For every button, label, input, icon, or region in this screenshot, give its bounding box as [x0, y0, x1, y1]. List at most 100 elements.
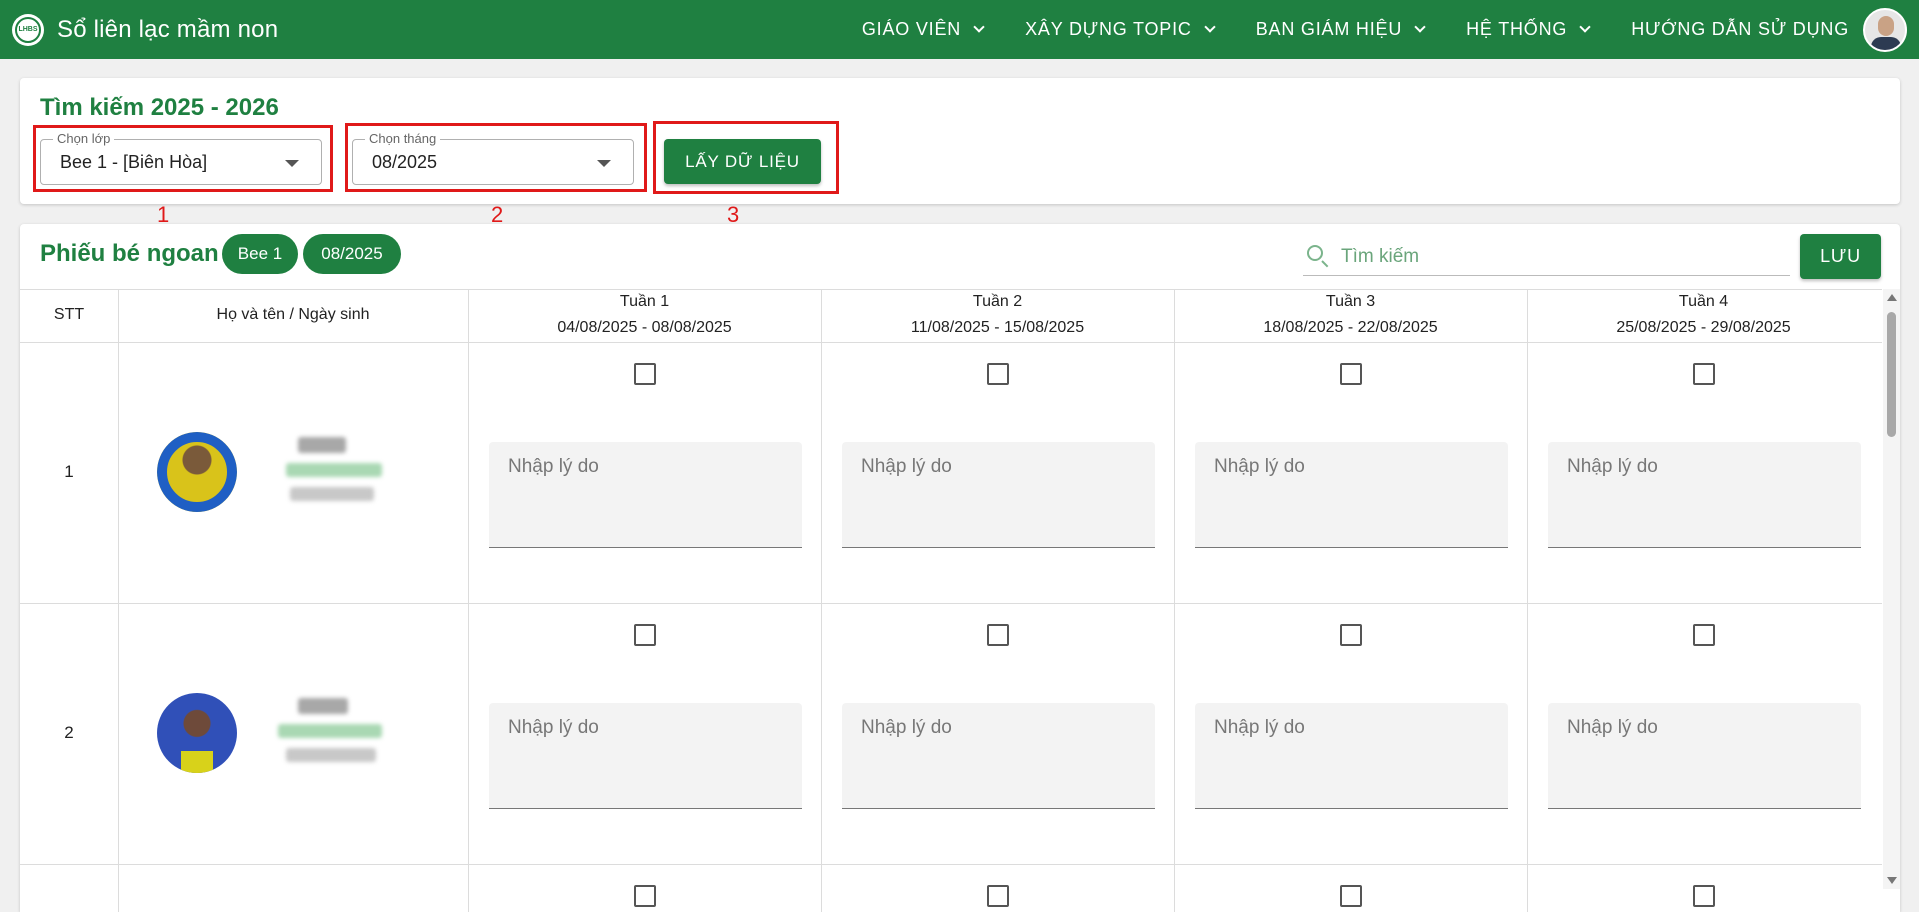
header-week-3: Tuần 3 18/08/2025 - 22/08/2025 — [1174, 289, 1527, 341]
week-name: Tuần 3 — [1325, 293, 1376, 310]
row-number: 2 — [64, 723, 74, 742]
highlight-box-3 — [653, 121, 839, 194]
reason-placeholder: Nhập lý do — [1214, 456, 1305, 477]
sheet-search[interactable]: Tìm kiếm — [1303, 236, 1790, 276]
reason-textarea[interactable]: Nhập lý do — [842, 703, 1155, 809]
reason-placeholder: Nhập lý do — [508, 717, 599, 738]
student-detail-hidden — [278, 724, 382, 738]
week-4-checkbox[interactable] — [1693, 624, 1715, 646]
nav-he-thong[interactable]: HỆ THỐNG — [1466, 19, 1591, 40]
nav-label: HƯỚNG DẪN SỬ DỤNG — [1631, 19, 1849, 39]
photo-shirt — [181, 751, 213, 773]
header-week-2: Tuần 2 11/08/2025 - 15/08/2025 — [821, 289, 1174, 341]
table-scrollbar[interactable] — [1883, 289, 1900, 889]
column-divider — [821, 289, 822, 912]
reason-textarea[interactable]: Nhập lý do — [1195, 442, 1508, 548]
header-week-1: Tuần 1 04/08/2025 - 08/08/2025 — [468, 289, 821, 341]
student-photo — [157, 693, 237, 773]
week-3-checkbox[interactable] — [1340, 363, 1362, 385]
search-icon — [1307, 245, 1323, 261]
row-divider — [20, 864, 1882, 865]
week-1-checkbox[interactable] — [634, 885, 656, 907]
chevron-down-icon — [1204, 21, 1216, 33]
reason-placeholder: Nhập lý do — [1214, 717, 1305, 738]
student-dob-hidden — [286, 748, 376, 762]
student-dob-hidden — [290, 487, 374, 501]
class-chip: Bee 1 — [222, 234, 298, 274]
reason-placeholder: Nhập lý do — [861, 456, 952, 477]
chevron-down-icon — [1579, 21, 1591, 33]
sheet-title: Phiếu bé ngoan — [40, 240, 219, 267]
student-photo — [157, 432, 237, 512]
main-nav: GIÁO VIÊN XÂY DỰNG TOPIC BAN GIÁM HIỆU H… — [820, 0, 1849, 59]
reason-textarea[interactable]: Nhập lý do — [1548, 703, 1861, 809]
search-input[interactable]: Tìm kiếm — [1341, 246, 1419, 268]
reason-placeholder: Nhập lý do — [1567, 717, 1658, 738]
reason-textarea[interactable]: Nhập lý do — [1548, 442, 1861, 548]
week-range: 04/08/2025 - 08/08/2025 — [557, 319, 732, 336]
nav-label: BAN GIÁM HIỆU — [1255, 19, 1403, 39]
avatar-body — [1871, 37, 1901, 50]
scroll-up-arrow-icon[interactable] — [1887, 294, 1897, 301]
search-title: Tìm kiếm 2025 - 2026 — [40, 94, 279, 121]
column-divider — [1174, 289, 1175, 912]
header-stt: STT — [53, 306, 85, 323]
week-name: Tuần 4 — [1678, 293, 1729, 310]
chevron-down-icon — [1414, 21, 1426, 33]
month-chip: 08/2025 — [303, 234, 401, 274]
week-4-checkbox[interactable] — [1693, 363, 1715, 385]
top-app-bar: LHBS Sổ liên lạc mầm non GIÁO VIÊN XÂY D… — [0, 0, 1919, 59]
week-2-checkbox[interactable] — [987, 363, 1009, 385]
column-divider — [468, 289, 469, 912]
student-detail-hidden — [286, 463, 382, 477]
nav-label: HỆ THỐNG — [1466, 19, 1568, 39]
week-name: Tuần 2 — [972, 293, 1023, 310]
photo-ring — [157, 432, 237, 512]
reason-placeholder: Nhập lý do — [1567, 456, 1658, 477]
app-logo-icon[interactable]: LHBS — [12, 13, 44, 46]
week-name: Tuần 1 — [619, 293, 670, 310]
logo-text: LHBS — [15, 16, 41, 43]
nav-label: XÂY DỰNG TOPIC — [1025, 19, 1192, 39]
reason-textarea[interactable]: Nhập lý do — [1195, 703, 1508, 809]
reason-textarea[interactable]: Nhập lý do — [842, 442, 1155, 548]
highlight-box-2 — [345, 123, 647, 192]
avatar-head — [1878, 16, 1894, 36]
student-table: STT Họ và tên / Ngày sinh Tuần 1 04/08/2… — [20, 289, 1882, 912]
reason-textarea[interactable]: Nhập lý do — [489, 442, 802, 548]
save-button[interactable]: LƯU — [1800, 234, 1881, 279]
reason-placeholder: Nhập lý do — [508, 456, 599, 477]
week-3-checkbox[interactable] — [1340, 624, 1362, 646]
nav-xay-dung-topic[interactable]: XÂY DỰNG TOPIC — [1025, 19, 1216, 40]
week-range: 25/08/2025 - 29/08/2025 — [1616, 319, 1791, 336]
scroll-down-arrow-icon[interactable] — [1887, 877, 1897, 884]
week-range: 11/08/2025 - 15/08/2025 — [910, 319, 1085, 336]
header-week-4: Tuần 4 25/08/2025 - 29/08/2025 — [1527, 289, 1880, 341]
week-1-checkbox[interactable] — [634, 624, 656, 646]
week-3-checkbox[interactable] — [1340, 885, 1362, 907]
student-name-hidden — [298, 437, 346, 453]
nav-huong-dan-su-dung[interactable]: HƯỚNG DẪN SỬ DỤNG — [1631, 19, 1849, 40]
week-4-checkbox[interactable] — [1693, 885, 1715, 907]
nav-ban-giam-hieu[interactable]: BAN GIÁM HIỆU — [1255, 19, 1426, 40]
chevron-down-icon — [973, 21, 985, 33]
reason-placeholder: Nhập lý do — [861, 717, 952, 738]
column-divider — [118, 289, 119, 912]
week-2-checkbox[interactable] — [987, 885, 1009, 907]
nav-label: GIÁO VIÊN — [861, 19, 962, 39]
header-name: Họ và tên / Ngày sinh — [216, 306, 370, 323]
week-range: 18/08/2025 - 22/08/2025 — [1263, 319, 1438, 336]
user-avatar[interactable] — [1863, 8, 1907, 52]
week-1-checkbox[interactable] — [634, 363, 656, 385]
row-divider — [20, 342, 1882, 343]
nav-giao-vien[interactable]: GIÁO VIÊN — [861, 19, 985, 40]
reason-textarea[interactable]: Nhập lý do — [489, 703, 802, 809]
app-title[interactable]: Sổ liên lạc mầm non — [57, 16, 278, 44]
week-2-checkbox[interactable] — [987, 624, 1009, 646]
highlight-box-1 — [33, 125, 333, 192]
student-name-hidden — [298, 698, 348, 714]
row-divider — [20, 603, 1882, 604]
scroll-thumb[interactable] — [1887, 312, 1896, 437]
row-number: 1 — [64, 462, 74, 481]
column-divider — [1527, 289, 1528, 912]
